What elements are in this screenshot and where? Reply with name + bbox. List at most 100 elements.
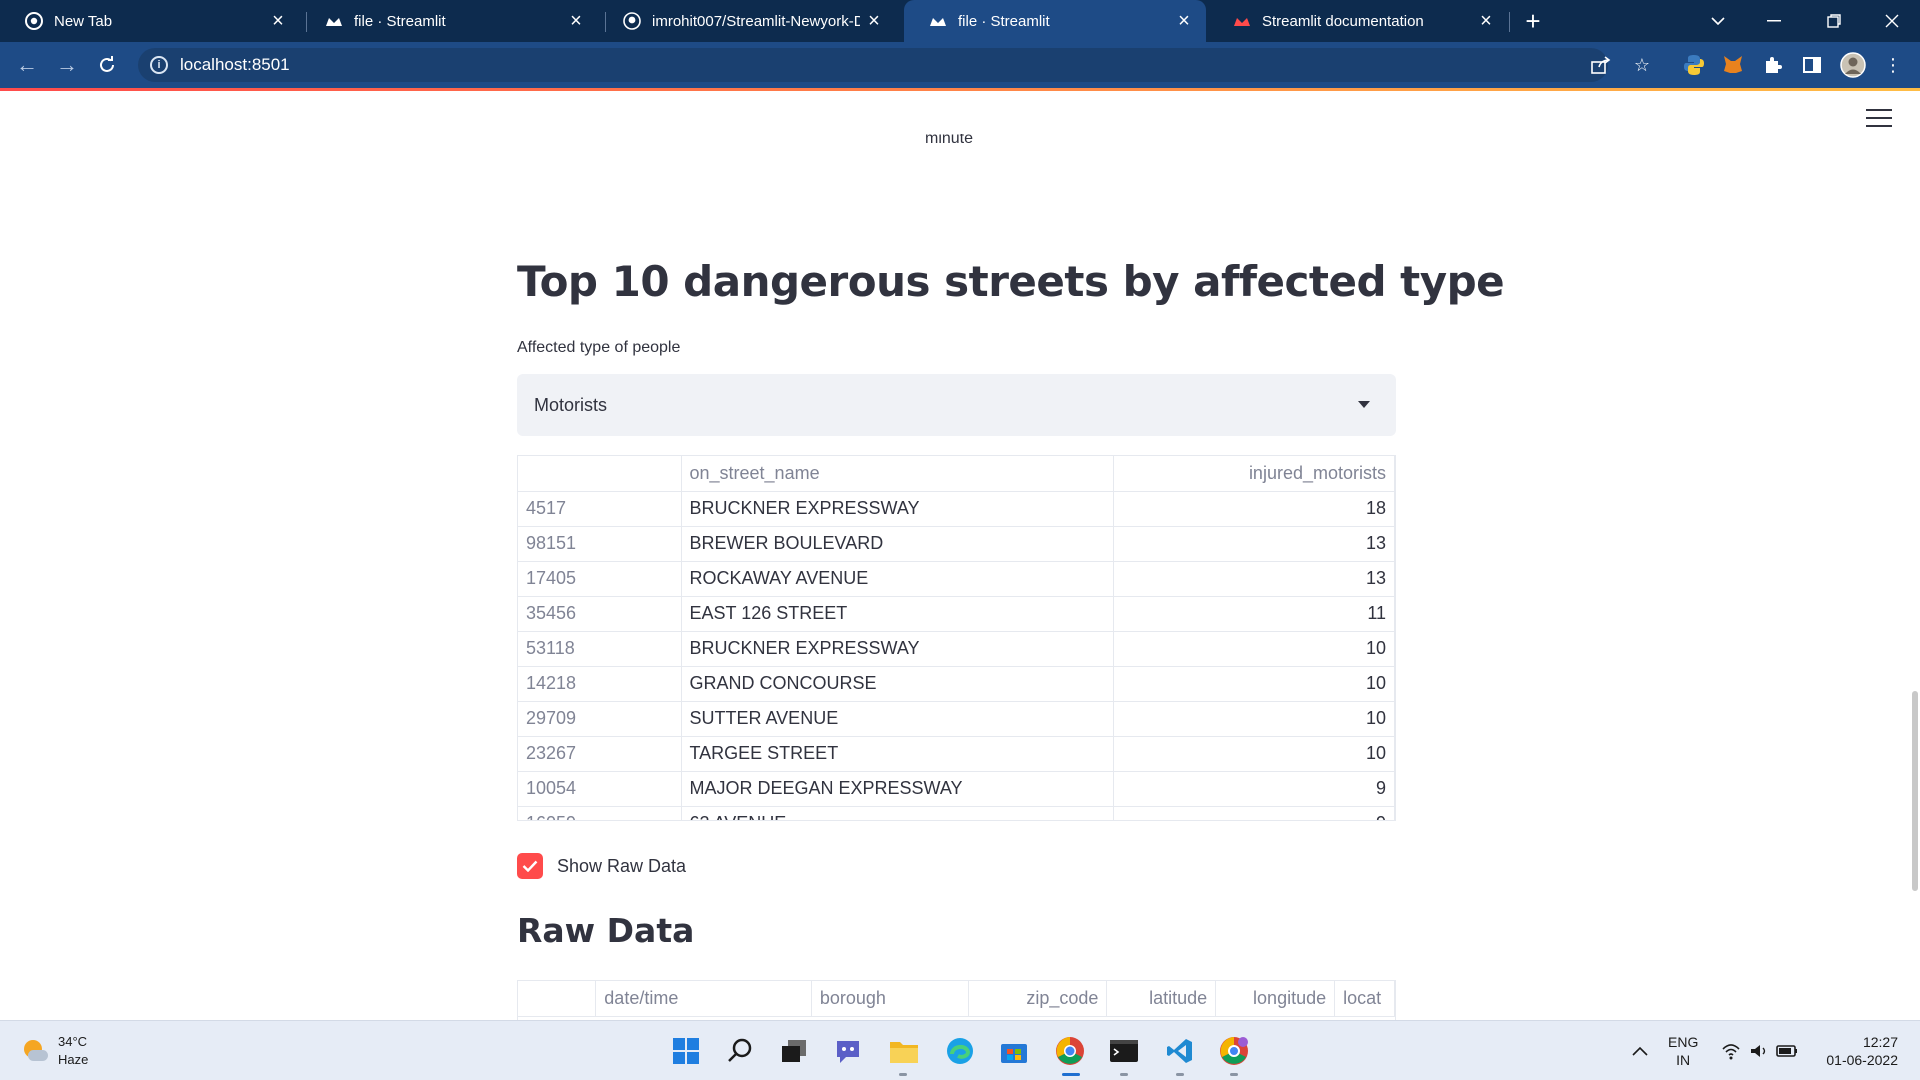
back-arrow-icon[interactable]: ←: [12, 50, 42, 80]
forward-arrow-icon[interactable]: →: [52, 50, 82, 80]
close-tab-icon[interactable]: ×: [562, 7, 590, 35]
injured-count-cell: 10: [1113, 736, 1395, 772]
input-language-indicator[interactable]: ENG IN: [1668, 1033, 1698, 1069]
column-header-zip-code[interactable]: zip_code: [968, 981, 1108, 1017]
table-row: 10054 MAJOR DEEGAN EXPRESSWAY 9: [518, 771, 1395, 807]
tab-github-repo[interactable]: imrohit007/Streamlit-Newyork-D ×: [598, 0, 896, 42]
index-column-header[interactable]: [518, 456, 682, 492]
raw-data-dataframe[interactable]: date/time borough zip_code latitude long…: [517, 980, 1396, 1020]
row-index: 14218: [518, 666, 682, 702]
tab-title: Streamlit documentation: [1262, 12, 1424, 30]
column-header-on-street-name[interactable]: on_street_name: [681, 456, 1114, 492]
checkmark-icon[interactable]: [517, 853, 543, 879]
profile-avatar[interactable]: [1840, 52, 1866, 78]
tab-divider: [1509, 12, 1510, 32]
injured-count-cell: 11: [1113, 596, 1395, 632]
share-icon[interactable]: [1588, 52, 1614, 78]
close-tab-icon[interactable]: ×: [860, 7, 888, 35]
side-panel-icon[interactable]: [1799, 52, 1825, 78]
close-window-icon[interactable]: [1868, 0, 1916, 42]
restore-window-icon[interactable]: [1810, 0, 1858, 42]
chrome-taskbar-icon[interactable]: [1052, 1033, 1088, 1069]
metamask-extension-icon[interactable]: [1720, 52, 1746, 78]
tab-title: file · Streamlit: [354, 12, 446, 30]
chart-axis-fragment: minute: [925, 134, 974, 144]
task-view-icon[interactable]: [776, 1033, 812, 1069]
terminal-icon[interactable]: [1106, 1033, 1142, 1069]
file-explorer-icon[interactable]: [886, 1033, 922, 1069]
affected-type-select[interactable]: Motorists: [517, 374, 1396, 436]
tab-streamlit-docs[interactable]: Streamlit documentation ×: [1208, 0, 1508, 42]
minimize-window-icon[interactable]: [1750, 0, 1798, 42]
close-tab-icon[interactable]: ×: [264, 7, 292, 35]
injured-count-cell: 9: [1113, 771, 1395, 807]
tab-search-chevron-icon[interactable]: [1694, 0, 1742, 42]
table-row: 35456 EAST 126 STREET 11: [518, 596, 1395, 632]
close-tab-icon[interactable]: ×: [1472, 7, 1500, 35]
dangerous-streets-dataframe[interactable]: on_street_name injured_motorists 4517 BRU…: [517, 455, 1396, 821]
table-header-row: date/time borough zip_code latitude long…: [518, 981, 1395, 1017]
close-tab-icon[interactable]: ×: [1170, 7, 1198, 35]
injured-count-cell: 10: [1113, 701, 1395, 737]
table-row: 1605962 AVENUE9: [518, 806, 1395, 820]
chevron-down-icon: [1358, 401, 1370, 408]
system-tray-status[interactable]: [1716, 1033, 1806, 1069]
row-index: 53118: [518, 631, 682, 667]
microsoft-store-icon[interactable]: [996, 1033, 1032, 1069]
column-header-borough[interactable]: borough: [811, 981, 970, 1017]
select-label: Affected type of people: [517, 339, 681, 356]
row-index: 29709: [518, 701, 682, 737]
bookmark-star-icon[interactable]: ☆: [1629, 52, 1655, 78]
running-indicator: [1230, 1073, 1238, 1076]
search-icon[interactable]: [722, 1033, 758, 1069]
vscode-icon[interactable]: [1162, 1033, 1198, 1069]
site-info-icon[interactable]: i: [150, 56, 168, 74]
chevron-up-icon[interactable]: [1622, 1033, 1658, 1069]
column-header-injured-motorists[interactable]: injured_motorists: [1113, 456, 1395, 492]
tab-title: file · Streamlit: [958, 12, 1050, 30]
table-row: 4517 BRUCKNER EXPRESSWAY 18: [518, 491, 1395, 527]
streamlit-icon: [324, 11, 344, 31]
table-row: 98151 BREWER BOULEVARD 13: [518, 526, 1395, 562]
hamburger-menu-icon[interactable]: [1866, 109, 1892, 131]
table-row: 14218 GRAND CONCOURSE 10: [518, 666, 1395, 702]
tab-title: New Tab: [54, 12, 113, 30]
weather-description: Haze: [58, 1052, 89, 1067]
chrome-profile-icon[interactable]: [1216, 1033, 1252, 1069]
tab-new-tab[interactable]: New Tab ×: [0, 0, 300, 42]
tab-streamlit-file-1[interactable]: file · Streamlit ×: [300, 0, 598, 42]
reload-icon[interactable]: [92, 50, 122, 80]
windows-start-icon[interactable]: [668, 1033, 704, 1069]
clock[interactable]: 12:27 01-06-2022: [1818, 1033, 1898, 1069]
address-bar[interactable]: i localhost:8501: [138, 48, 1608, 82]
page-scrollbar[interactable]: [1912, 691, 1918, 891]
weather-widget[interactable]: 34°C Haze: [22, 1033, 88, 1069]
street-name-cell: MAJOR DEEGAN EXPRESSWAY: [681, 771, 1114, 807]
raw-data-heading: Raw Data: [517, 911, 695, 950]
column-header-latitude[interactable]: latitude: [1106, 981, 1217, 1017]
tab-streamlit-file-active[interactable]: file · Streamlit ×: [904, 0, 1206, 42]
column-header-date-time[interactable]: date/time: [595, 981, 812, 1017]
row-index: 17405: [518, 561, 682, 597]
teams-chat-icon[interactable]: [830, 1033, 866, 1069]
show-raw-data-checkbox[interactable]: Show Raw Data: [517, 853, 686, 879]
browser-menu-icon[interactable]: ⋮: [1880, 52, 1906, 78]
extensions-puzzle-icon[interactable]: [1760, 52, 1786, 78]
column-header-longitude[interactable]: longitude: [1215, 981, 1336, 1017]
select-value: Motorists: [534, 394, 608, 415]
streamlit-icon: [1232, 11, 1252, 31]
running-indicator: [1120, 1073, 1128, 1076]
street-name-cell: EAST 126 STREET: [681, 596, 1114, 632]
street-name-cell: TARGEE STREET: [681, 736, 1114, 772]
edge-browser-icon[interactable]: [942, 1033, 978, 1069]
index-column-header[interactable]: [518, 981, 597, 1017]
row-index: 35456: [518, 596, 682, 632]
column-header-location[interactable]: locat: [1334, 981, 1395, 1017]
street-name-cell: ROCKAWAY AVENUE: [681, 561, 1114, 597]
injured-count-cell: 10: [1113, 631, 1395, 667]
python-extension-icon[interactable]: [1681, 52, 1707, 78]
url-text: localhost:8501: [180, 55, 290, 74]
new-tab-button[interactable]: +: [1518, 6, 1548, 36]
tab-title: imrohit007/Streamlit-Newyork-D: [652, 12, 860, 30]
injured-count-cell: 9: [1113, 806, 1395, 820]
